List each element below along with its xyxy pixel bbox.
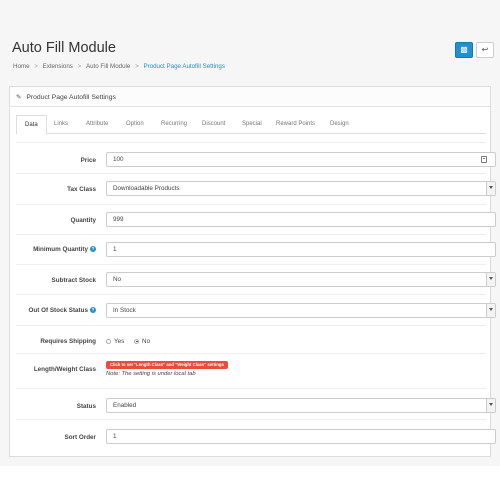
panel-title: ✎ Product Page Autofill Settings [16, 93, 116, 101]
breadcrumb-extensions[interactable]: Extensions [43, 63, 73, 70]
minimum-quantity-input[interactable]: 1 [106, 242, 496, 257]
status-select[interactable]: Enabled [106, 398, 496, 413]
reply-icon: ↩ [481, 45, 489, 54]
status-label: Status [76, 403, 96, 410]
breadcrumb-separator: > [135, 63, 139, 70]
save-icon: ▩ [460, 45, 468, 54]
chevron-down-icon [486, 304, 495, 317]
calculator-icon[interactable] [481, 156, 487, 163]
page-header: Auto Fill Module Home > Extensions > Aut… [12, 38, 494, 78]
quantity-input[interactable]: 999 [106, 212, 496, 227]
radio-no-label: No [142, 338, 151, 345]
breadcrumb-separator: > [77, 63, 82, 70]
radio-yes-label: Yes [114, 338, 125, 345]
breadcrumb-separator: > [34, 63, 38, 70]
tab-special[interactable]: Special [234, 115, 270, 134]
out-of-stock-status-select[interactable]: In Stock [106, 303, 496, 318]
tax-class-select[interactable]: Downloadable Products [106, 181, 496, 196]
price-input[interactable]: 100 [106, 152, 496, 167]
subtract-stock-value: No [113, 276, 122, 283]
status-value: Enabled [113, 402, 137, 409]
radio-button-no[interactable] [134, 338, 140, 344]
form-row-quantity: Quantity 999 [16, 204, 496, 234]
minimum-quantity-label: Minimum Quantity? [33, 246, 96, 253]
out-of-stock-status-label-text: Out Of Stock Status [28, 307, 88, 314]
question-icon[interactable]: ? [90, 246, 96, 253]
out-of-stock-status-value: In Stock [113, 307, 136, 314]
form-row-subtract-stock: Subtract Stock No [16, 264, 496, 294]
breadcrumb-current[interactable]: Product Page Autofill Settings [143, 63, 225, 70]
price-label: Price [80, 157, 96, 164]
form-row-sort-order: Sort Order 1 [16, 419, 496, 456]
requires-shipping-no[interactable]: No [134, 338, 150, 345]
subtract-stock-label: Subtract Stock [51, 277, 96, 284]
requires-shipping-label: Requires Shipping [40, 338, 96, 345]
panel-title-text: Product Page Autofill Settings [26, 94, 116, 101]
question-icon[interactable]: ? [90, 307, 96, 314]
requires-shipping-yes[interactable]: Yes [106, 338, 124, 345]
breadcrumb: Home > Extensions > Auto Fill Module > P… [13, 63, 225, 70]
panel-heading: ✎ Product Page Autofill Settings [10, 87, 490, 107]
tax-class-label: Tax Class [67, 186, 96, 193]
form-row-length-weight-class: Length/Weight Class Click to set "Length… [16, 353, 486, 388]
save-button[interactable]: ▩ [455, 42, 473, 58]
price-value: 100 [113, 156, 124, 163]
tab-discount[interactable]: Discount [194, 115, 233, 134]
tab-data[interactable]: Data [16, 115, 47, 135]
breadcrumb-module[interactable]: Auto Fill Module [86, 63, 130, 70]
tax-class-value: Downloadable Products [113, 185, 180, 192]
length-weight-note: Note: The setting is under local tab [106, 371, 196, 377]
form-row-minimum-quantity: Minimum Quantity? 1 [16, 234, 496, 264]
tab-option[interactable]: Option [118, 115, 152, 134]
tab-attribute[interactable]: Attribute [78, 115, 116, 134]
quantity-label: Quantity [70, 217, 96, 224]
form-row-status: Status Enabled [16, 388, 496, 419]
chevron-down-icon [486, 399, 495, 412]
pencil-icon: ✎ [16, 94, 22, 101]
sort-order-input[interactable]: 1 [106, 429, 496, 444]
form-row-out-of-stock-status: Out Of Stock Status? In Stock [16, 294, 496, 325]
chevron-down-icon [486, 182, 495, 195]
tab-reward-points[interactable]: Reward Points [268, 115, 323, 134]
tab-links[interactable]: Links [46, 115, 76, 134]
quantity-value: 999 [113, 216, 124, 223]
tab-bar: Data Links Attribute Option Recurring Di… [16, 115, 486, 135]
form-row-tax-class: Tax Class Downloadable Products [16, 173, 496, 204]
form-row-requires-shipping: Requires Shipping Yes No [16, 325, 486, 353]
subtract-stock-select[interactable]: No [106, 272, 496, 287]
settings-panel: ✎ Product Page Autofill Settings Data Li… [9, 86, 496, 457]
sort-order-label: Sort Order [64, 434, 97, 441]
radio-button-yes[interactable] [106, 338, 111, 344]
form-row-price: Price 100 [16, 142, 496, 173]
minimum-quantity-value: 1 [113, 246, 117, 253]
chevron-down-icon [486, 273, 495, 286]
breadcrumb-home[interactable]: Home [13, 63, 30, 70]
page-footer-area [0, 466, 500, 500]
length-weight-settings-button[interactable]: Click to set "Length Class" and "Weight … [106, 361, 228, 369]
sort-order-value: 1 [113, 433, 117, 440]
page-title: Auto Fill Module [12, 40, 116, 56]
length-weight-class-label: Length/Weight Class [33, 366, 96, 373]
out-of-stock-status-label: Out Of Stock Status? [29, 307, 96, 314]
minimum-quantity-label-text: Minimum Quantity [33, 246, 88, 253]
tab-design[interactable]: Design [322, 115, 357, 134]
tab-recurring[interactable]: Recurring [153, 115, 195, 134]
requires-shipping-radio-group: Yes No [106, 338, 158, 345]
back-button[interactable]: ↩ [476, 42, 494, 58]
